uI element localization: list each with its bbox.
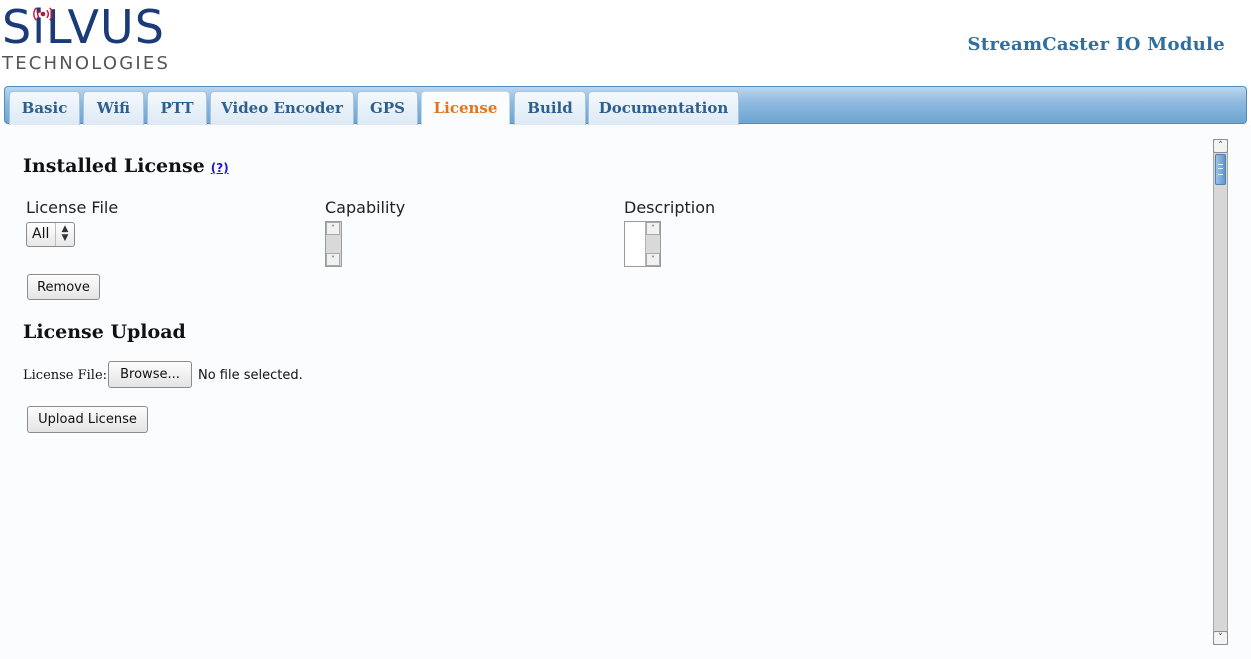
license-file-upload-label: License File:: [23, 368, 108, 383]
tab-documentation[interactable]: Documentation: [588, 91, 739, 125]
logo-subtitle: TECHNOLOGIES: [2, 53, 171, 74]
upload-license-button[interactable]: Upload License: [27, 406, 148, 433]
chevron-up-icon[interactable]: ˄: [326, 222, 340, 235]
logo-wordmark: SiLVUS: [2, 0, 165, 54]
capability-list[interactable]: ˄ ˅: [325, 221, 342, 267]
description-scrollbar[interactable]: ˄ ˅: [645, 222, 660, 266]
tab-build[interactable]: Build: [514, 91, 586, 125]
license-file-select-value: All: [32, 226, 50, 242]
remove-button[interactable]: Remove: [27, 274, 100, 300]
license-file-label: License File: [26, 198, 119, 217]
chevron-up-icon[interactable]: ˄: [1213, 139, 1228, 153]
up-down-arrows-icon: ▲ ▼: [55, 223, 74, 246]
silvus-logo: SiLVUS TECHNOLOGIES: [2, 2, 198, 76]
page-header: SiLVUS TECHNOLOGIES StreamCaster IO Modu…: [0, 0, 1251, 85]
description-label: Description: [624, 198, 716, 217]
chevron-down-icon[interactable]: ˅: [326, 253, 340, 266]
license-panel: Installed License (?) License File Capabi…: [0, 125, 1251, 659]
installed-license-heading: Installed License (?): [23, 155, 229, 177]
tab-ptt[interactable]: PTT: [147, 91, 207, 125]
tab-basic[interactable]: Basic: [9, 91, 80, 125]
tab-gps[interactable]: GPS: [357, 91, 418, 125]
tab-video-encoder[interactable]: Video Encoder: [210, 91, 354, 125]
no-file-selected-text: No file selected.: [198, 368, 303, 383]
scrollbar-thumb[interactable]: [1215, 154, 1226, 185]
tab-bar: Basic Wifi PTT Video Encoder GPS License…: [4, 86, 1247, 126]
browse-button[interactable]: Browse...: [108, 361, 192, 388]
page-scrollbar[interactable]: ˄ ˅: [1213, 139, 1228, 645]
license-file-select[interactable]: All ▲ ▼: [26, 222, 75, 247]
description-list[interactable]: ˄ ˅: [624, 221, 661, 267]
capability-label: Capability: [325, 198, 406, 217]
tab-wifi[interactable]: Wifi: [83, 91, 144, 125]
module-title: StreamCaster IO Module: [967, 34, 1225, 55]
chevron-down-icon[interactable]: ˅: [1213, 631, 1228, 645]
installed-license-title: Installed License: [23, 155, 205, 177]
license-upload-heading: License Upload: [23, 321, 186, 343]
tab-license[interactable]: License: [421, 91, 510, 126]
chevron-up-icon[interactable]: ˄: [646, 222, 660, 235]
capability-scrollbar[interactable]: ˄ ˅: [326, 222, 341, 266]
radio-signal-icon: [33, 7, 53, 21]
help-link[interactable]: (?): [211, 161, 229, 175]
chevron-down-icon[interactable]: ˅: [646, 253, 660, 266]
